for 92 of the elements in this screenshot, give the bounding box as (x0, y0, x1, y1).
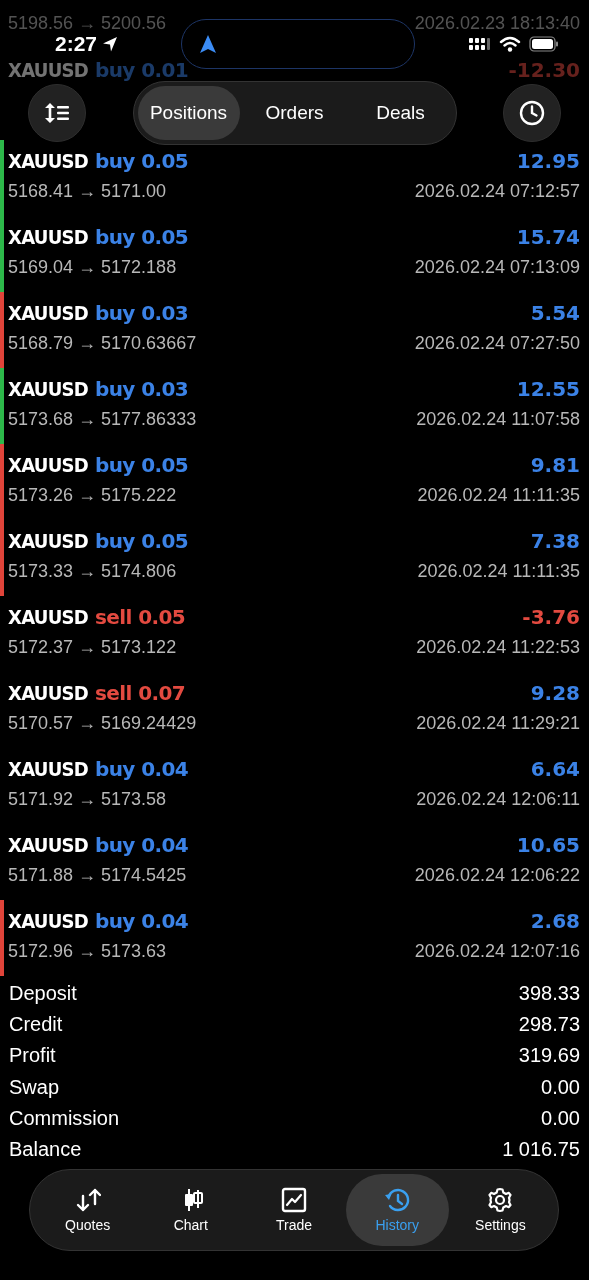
price-range: 5172.37 → 5173.122 (8, 637, 177, 658)
deal-time: 2026.02.24 07:27:50 (414, 333, 580, 354)
deal-time: 2026.02.24 11:29:21 (416, 713, 580, 734)
trade-volume: buy 0.05 (95, 453, 189, 477)
profit-value: 9.81 (530, 453, 580, 477)
summary-label: Swap (9, 1075, 60, 1099)
trade-volume: buy 0.04 (95, 757, 189, 781)
symbol: XAUUSD (8, 833, 89, 857)
battery-icon (529, 36, 559, 52)
trade-volume: buy 0.05 (95, 149, 189, 173)
price-range: 5171.92 → 5173.58 (8, 789, 167, 810)
summary-value: 0.00 (541, 1075, 580, 1099)
profit-value: 5.54 (530, 301, 580, 325)
summary-value: 319.69 (518, 1044, 580, 1068)
trade-volume: buy 0.05 (95, 529, 189, 553)
trade-volume: buy 0.04 (95, 909, 189, 933)
line-chart-icon (281, 1187, 307, 1213)
deal-time: 2026.02.24 07:12:57 (414, 181, 580, 202)
segment-tab[interactable]: Orders (243, 86, 346, 140)
deal-time: 2026.02.24 11:07:58 (416, 409, 580, 430)
deal-time: 2026.02.24 11:11:35 (417, 561, 580, 582)
summary-value: 0.00 (541, 1106, 580, 1130)
settings-icon (487, 1187, 514, 1213)
profit-value: 12.95 (516, 149, 580, 173)
summary-label: Deposit (9, 982, 77, 1006)
price-range: 5198.56 → 5200.56 (8, 13, 167, 34)
tab-bar-item[interactable]: Settings (448, 1174, 552, 1246)
symbol: XAUUSD (8, 681, 89, 705)
trade-volume: buy 0.03 (95, 377, 189, 401)
symbol: XAUUSD (8, 225, 89, 249)
profit-value: 7.38 (530, 529, 580, 553)
deal-time: 2026.02.24 11:22:53 (416, 637, 580, 658)
price-range: 5173.26 → 5175.222 (8, 485, 177, 506)
profit-value: -3.76 (522, 605, 580, 629)
tab-bar-item[interactable]: History (345, 1174, 449, 1246)
summary-label: Profit (9, 1044, 56, 1068)
price-range: 5173.68 → 5177.86333 (8, 409, 197, 430)
symbol: XAUUSD (8, 605, 89, 629)
profit-value: 12.55 (516, 377, 580, 401)
summary-label: Credit (9, 1013, 63, 1037)
symbol: XAUUSD (8, 149, 89, 173)
up-down-arrows-icon (74, 1187, 101, 1213)
summary-value: 298.73 (518, 1013, 580, 1037)
trade-volume: buy 0.03 (95, 301, 189, 325)
trade-volume: buy 0.05 (95, 225, 189, 249)
tab-bar-item[interactable]: Trade (242, 1174, 346, 1246)
symbol: XAUUSD (8, 757, 89, 781)
deal-time: 2026.02.24 12:06:22 (414, 865, 580, 886)
wifi-icon (499, 36, 521, 52)
price-range: 5168.41 → 5171.00 (8, 181, 167, 202)
sort-icon (44, 102, 70, 124)
price-range: 5170.57 → 5169.24429 (8, 713, 197, 734)
summary-label: Commission (9, 1106, 120, 1130)
symbol: XAUUSD (8, 453, 89, 477)
symbol: XAUUSD (8, 377, 89, 401)
tab-bar-item[interactable]: Chart (139, 1174, 243, 1246)
price-range: 5171.88 → 5174.5425 (8, 865, 187, 886)
profit-value: 9.28 (530, 681, 580, 705)
clock-icon (519, 100, 545, 126)
deal-time: 2026.02.24 11:11:35 (417, 485, 580, 506)
segment-tab[interactable]: Deals (349, 86, 452, 140)
deal-time: 2026.02.24 07:13:09 (414, 257, 580, 278)
navigation-arrow-icon (199, 34, 217, 54)
deal-time: 2026.02.24 12:06:11 (416, 789, 580, 810)
segment-tab[interactable]: Positions (137, 86, 240, 140)
price-range: 5172.96 → 5173.63 (8, 941, 167, 962)
symbol: XAUUSD (8, 58, 89, 82)
price-range: 5173.33 → 5174.806 (8, 561, 177, 582)
trade-volume: sell 0.07 (95, 681, 186, 705)
deal-time: 2026.02.23 18:13:40 (414, 13, 580, 34)
location-arrow-icon (101, 35, 120, 53)
trade-volume: buy 0.04 (95, 833, 189, 857)
profit-value: 10.65 (516, 833, 580, 857)
profit-value: -12.30 (508, 58, 580, 82)
clock-time: 2:27 (55, 32, 98, 56)
tab-bar-item[interactable]: Quotes (36, 1174, 140, 1246)
symbol: XAUUSD (8, 301, 89, 325)
summary-value: 1 016.75 (502, 1138, 580, 1162)
history-icon (384, 1187, 411, 1213)
profit-value: 15.74 (516, 225, 580, 249)
trade-volume: sell 0.05 (95, 605, 186, 629)
price-range: 5168.79 → 5170.63667 (8, 333, 197, 354)
profit-value: 6.64 (530, 757, 580, 781)
summary-label: Balance (9, 1138, 82, 1162)
price-range: 5169.04 → 5172.188 (8, 257, 177, 278)
trade-volume: buy 0.01 (95, 58, 189, 82)
profit-value: 2.68 (530, 909, 580, 933)
deal-time: 2026.02.24 12:07:16 (414, 941, 580, 962)
symbol: XAUUSD (8, 909, 89, 933)
symbol: XAUUSD (8, 529, 89, 553)
signal-icon (469, 36, 491, 52)
summary-value: 398.33 (518, 982, 580, 1006)
